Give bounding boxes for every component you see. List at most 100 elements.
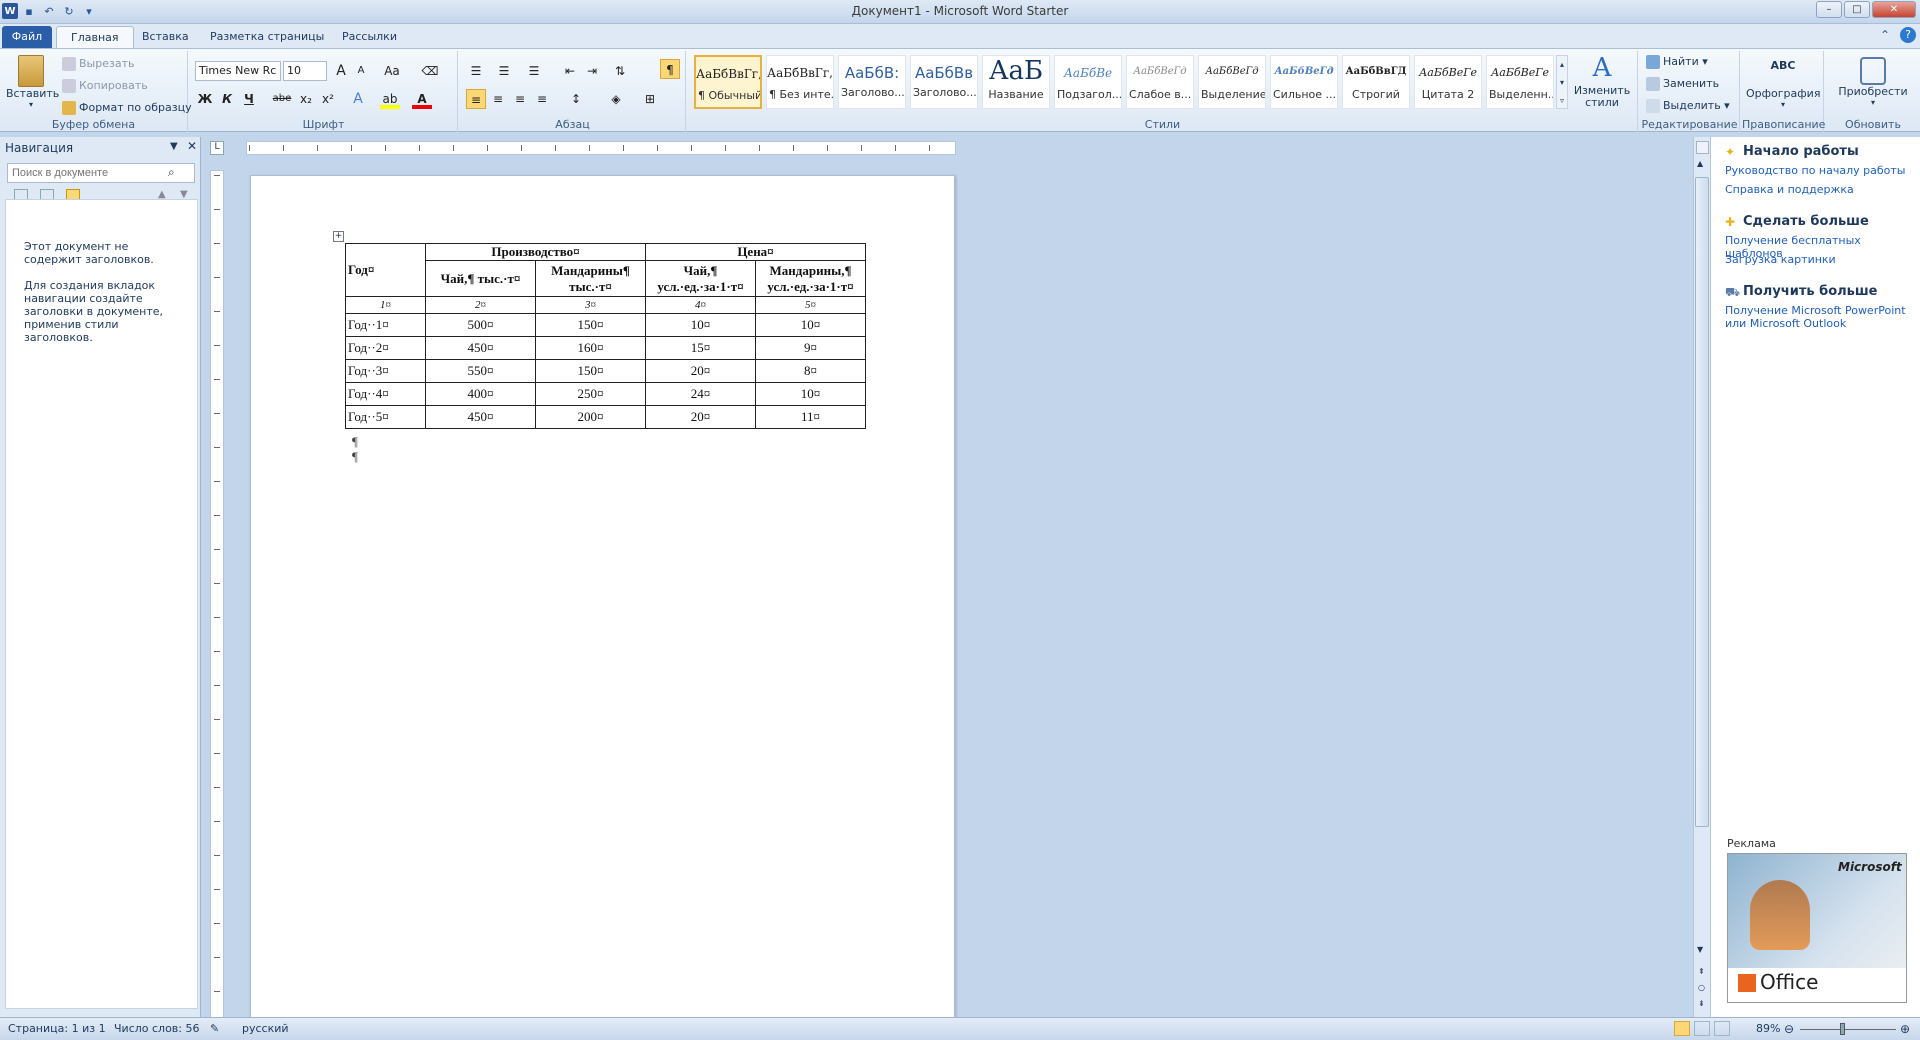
line-spacing-icon[interactable]: ↕ bbox=[566, 89, 586, 109]
highlight-icon[interactable]: ab bbox=[380, 89, 400, 109]
justify-icon[interactable]: ≡ bbox=[532, 89, 552, 109]
style-item[interactable]: АаБбВвГг, ¶ Без инте... bbox=[766, 55, 834, 109]
find-button[interactable]: Найти ▾ bbox=[1646, 55, 1708, 69]
scroll-up-icon[interactable]: ▲ bbox=[1697, 159, 1703, 168]
subscript-button[interactable]: x₂ bbox=[296, 89, 316, 109]
vertical-ruler[interactable] bbox=[210, 170, 224, 1026]
font-name-combo[interactable]: Times New Rc bbox=[195, 61, 281, 81]
style-sample: АаБ bbox=[988, 56, 1044, 86]
help-support-link[interactable]: Справка и поддержка bbox=[1725, 183, 1915, 196]
zoom-in-icon[interactable]: ⊕ bbox=[1900, 1022, 1910, 1036]
gallery-scroll-icon[interactable]: ▴ ▾ ▿ bbox=[1556, 55, 1568, 109]
style-item[interactable]: АаБбВвГД Строгий bbox=[1342, 55, 1410, 109]
zoom-level[interactable]: 89% bbox=[1756, 1022, 1780, 1035]
style-item[interactable]: АаБбВеГе Цитата 2 bbox=[1414, 55, 1482, 109]
clipart-link[interactable]: Загрузка картинки bbox=[1725, 253, 1915, 266]
browse-object-icon[interactable]: ○ bbox=[1698, 983, 1705, 992]
vertical-scrollbar[interactable]: ▲ ▼ ⇞ ○ ⇟ bbox=[1693, 137, 1710, 1017]
font-size-combo[interactable]: 10 bbox=[283, 61, 327, 81]
grow-font-button[interactable]: A bbox=[331, 61, 351, 81]
help-icon[interactable]: ? bbox=[1900, 27, 1916, 43]
scroll-down-icon[interactable]: ▼ bbox=[1697, 945, 1703, 954]
tab-page-layout[interactable]: Разметка страницы bbox=[196, 26, 338, 48]
borders-icon[interactable]: ⊞ bbox=[640, 89, 660, 109]
change-case-button[interactable]: Aa bbox=[378, 61, 406, 81]
search-icon[interactable]: ⌕ bbox=[168, 165, 175, 180]
nav-close-icon[interactable]: ✕ bbox=[187, 139, 197, 153]
styles-icon: A bbox=[1592, 53, 1612, 83]
page-count[interactable]: Страница: 1 из 1 bbox=[8, 1022, 106, 1035]
spelling-button[interactable]: ABC Орфография ▾ bbox=[1746, 55, 1820, 109]
align-center-icon[interactable]: ≡ bbox=[488, 89, 508, 109]
style-item[interactable]: АаБбВ: Заголово... bbox=[838, 55, 906, 109]
replace-button[interactable]: Заменить bbox=[1646, 77, 1719, 91]
buy-button[interactable]: Приобрести ▾ bbox=[1830, 55, 1916, 107]
cut-button[interactable]: Вырезать bbox=[62, 57, 134, 71]
proofing-status-icon[interactable]: ✎ bbox=[210, 1022, 219, 1035]
word-count[interactable]: Число слов: 56 bbox=[114, 1022, 200, 1035]
style-item[interactable]: АаБбВеГе Выделенн... bbox=[1486, 55, 1554, 109]
nav-options-icon[interactable]: ▼ bbox=[170, 141, 178, 152]
minimize-ribbon-icon[interactable]: ⌃ bbox=[1880, 28, 1890, 42]
shrink-font-button[interactable]: A bbox=[351, 61, 371, 81]
bold-button[interactable]: Ж bbox=[195, 89, 215, 109]
tab-file[interactable]: Файл bbox=[2, 26, 52, 48]
format-painter-button[interactable]: Формат по образцу bbox=[62, 101, 192, 115]
underline-button[interactable]: Ч bbox=[239, 89, 259, 109]
paste-button[interactable]: Вставить ▾ bbox=[6, 53, 59, 109]
show-formatting-button[interactable]: ¶ bbox=[660, 59, 680, 79]
prev-page-icon[interactable]: ⇞ bbox=[1698, 967, 1705, 976]
decrease-indent-icon[interactable]: ⇤ bbox=[560, 61, 580, 81]
close-button[interactable]: ✕ bbox=[1872, 1, 1916, 18]
align-left-icon[interactable]: ≡ bbox=[466, 89, 486, 109]
align-right-icon[interactable]: ≡ bbox=[510, 89, 530, 109]
tab-home[interactable]: Главная bbox=[56, 26, 134, 48]
brush-icon bbox=[62, 101, 76, 115]
tab-mailings[interactable]: Рассылки bbox=[328, 26, 411, 48]
data-table[interactable]: Год¤ Производство¤ Цена¤ Чай,¶ тыс.·т¤ М… bbox=[345, 243, 866, 429]
language-status[interactable]: русский bbox=[242, 1022, 289, 1035]
full-screen-view-icon[interactable] bbox=[1694, 1021, 1710, 1036]
tab-selector-icon[interactable]: L bbox=[210, 141, 224, 155]
scrollbar-thumb[interactable] bbox=[1695, 177, 1709, 827]
zoom-slider[interactable] bbox=[1800, 1029, 1896, 1030]
select-button[interactable]: Выделить ▾ bbox=[1646, 99, 1730, 113]
style-item[interactable]: АаБ Название bbox=[982, 55, 1050, 109]
change-styles-button[interactable]: A Изменить стили bbox=[1573, 53, 1631, 109]
superscript-button[interactable]: x² bbox=[318, 89, 338, 109]
style-item[interactable]: АаБбВеГд Слабое в... bbox=[1126, 55, 1194, 109]
multilevel-list-icon[interactable]: ☰ bbox=[524, 61, 544, 81]
get-powerpoint-outlook-link[interactable]: Получение Microsoft PowerPoint или Micro… bbox=[1725, 304, 1915, 330]
print-layout-view-icon[interactable] bbox=[1674, 1021, 1690, 1036]
horizontal-ruler[interactable] bbox=[246, 141, 956, 155]
sort-icon[interactable]: ⇅ bbox=[610, 61, 630, 81]
style-item[interactable]: АаБбВеГд Сильное ... bbox=[1270, 55, 1338, 109]
tab-insert[interactable]: Вставка bbox=[128, 26, 203, 48]
style-item[interactable]: АаБбВе Подзагол... bbox=[1054, 55, 1122, 109]
shading-icon[interactable]: ◈ bbox=[606, 89, 626, 109]
clear-formatting-icon[interactable]: ⌫ bbox=[420, 61, 440, 81]
style-item[interactable]: АаБбВеГд Выделение bbox=[1198, 55, 1266, 109]
strikethrough-button[interactable]: abe bbox=[272, 89, 292, 109]
office-ad[interactable]: Microsoft Office bbox=[1727, 853, 1907, 1003]
font-color-icon[interactable]: A bbox=[412, 89, 432, 109]
maximize-button[interactable]: □ bbox=[1844, 1, 1870, 18]
increase-indent-icon[interactable]: ⇥ bbox=[582, 61, 602, 81]
draft-view-icon[interactable] bbox=[1714, 1021, 1730, 1036]
numbering-icon[interactable]: ☰ bbox=[494, 61, 514, 81]
text-effects-icon[interactable]: A bbox=[348, 89, 368, 109]
getting-started-guide-link[interactable]: Руководство по началу работы bbox=[1725, 164, 1915, 177]
table-move-handle-icon[interactable]: + bbox=[333, 231, 344, 242]
document-page[interactable]: + Год¤ Производство¤ Цена¤ Чай,¶ тыс.·т¤… bbox=[250, 175, 955, 1020]
nav-search-input[interactable] bbox=[7, 163, 195, 183]
italic-button[interactable]: К bbox=[217, 89, 237, 109]
style-item[interactable]: АаБбВв Заголово... bbox=[910, 55, 978, 109]
next-page-icon[interactable]: ⇟ bbox=[1698, 999, 1705, 1008]
zoom-slider-thumb[interactable] bbox=[1840, 1023, 1845, 1035]
minimize-button[interactable]: – bbox=[1816, 1, 1842, 18]
ruler-toggle-icon[interactable] bbox=[1696, 141, 1709, 154]
zoom-out-icon[interactable]: ⊖ bbox=[1784, 1022, 1794, 1036]
copy-button[interactable]: Копировать bbox=[62, 79, 148, 93]
style-item[interactable]: АаБбВвГг, ¶ Обычный bbox=[694, 55, 762, 109]
bullets-icon[interactable]: ☰ bbox=[466, 61, 486, 81]
